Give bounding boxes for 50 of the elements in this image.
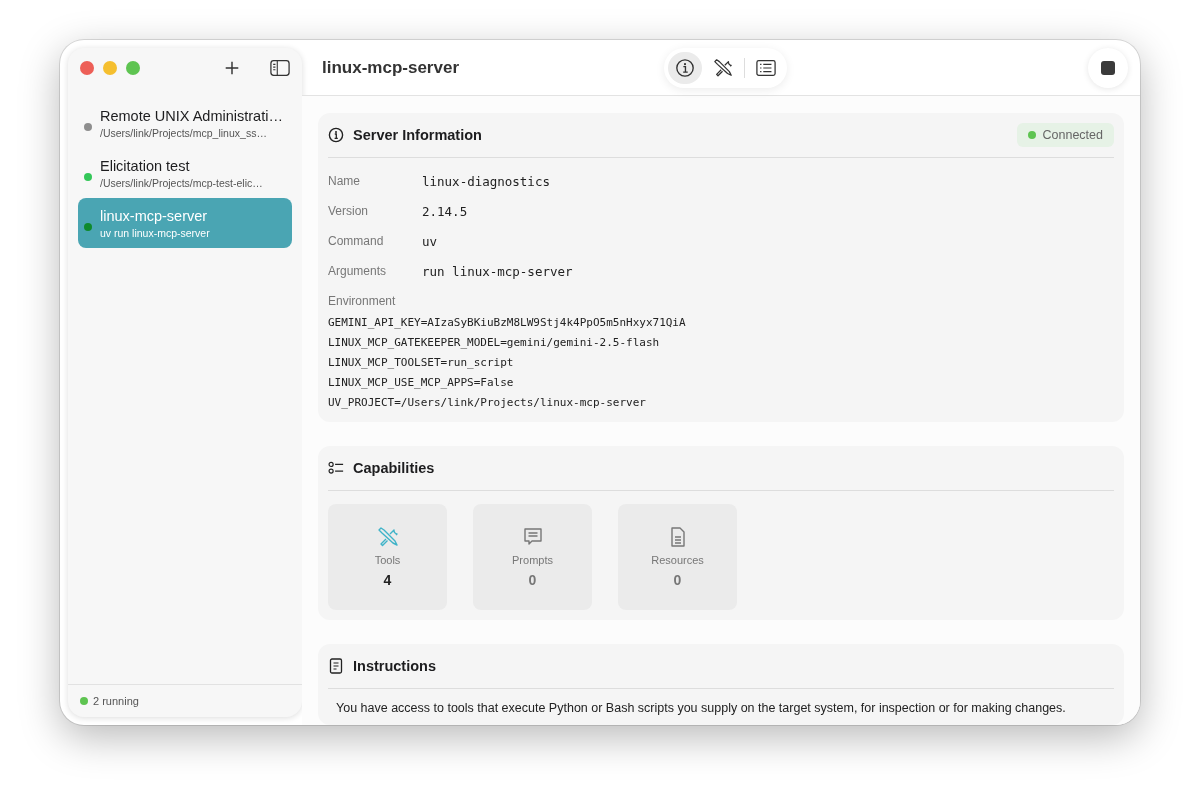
field-value: uv [422,233,438,249]
environment-variable: LINUX_MCP_TOOLSET=run_script [328,354,515,371]
tile-count: 4 [383,572,392,588]
tile-count: 0 [673,572,682,588]
field-label: Arguments [328,264,388,278]
section-title: Server Information [353,127,483,143]
info-tab[interactable] [668,52,702,84]
environment-variable: GEMINI_API_KEY=AIzaSyBKiuBzM8LW9Stj4k4PpO5m5nHxyx71QiA [328,314,687,331]
capability-tile[interactable]: Resources 0 [618,504,737,610]
instructions-text: You have access to tools that execute Python or Bash scripts you supply on the target system, for inspection or for making changes. [336,701,1067,715]
capability-tile[interactable]: Tools 4 [328,504,447,610]
list-icon [756,58,776,78]
server-name: Elicitation test [100,157,191,174]
field-label: Version [328,204,370,218]
running-dot [80,697,88,705]
section-title: Instructions [353,658,437,674]
server-name: Remote UNIX Administrati… [100,107,282,124]
server-path: /Users/link/Projects/mcp_linux_ss… [100,126,268,139]
environment-variable: LINUX_MCP_USE_MCP_APPS=False [328,374,515,391]
tools-icon [713,58,733,78]
running-count: 2 running [93,695,139,707]
info-icon [328,127,344,143]
tile-label: Resources [651,554,704,566]
close-button[interactable] [80,61,94,75]
environment-variable: LINUX_MCP_GATEKEEPER_MODEL=gemini/gemini-2.5-flash [328,334,661,351]
field-label: Command [328,234,385,248]
tools-icon [376,526,399,548]
tile-label: Prompts [512,554,553,566]
field-value: run linux-mcp-server [422,263,573,279]
stop-button[interactable] [1088,47,1128,88]
server-name: linux-mcp-server [100,207,209,224]
tile-label: Tools [374,554,401,566]
checklist-icon [328,460,344,476]
document-icon [328,658,344,674]
field-value: 2.14.5 [422,203,468,219]
connected-badge: Connected [1016,123,1114,147]
environment-variable: UV_PROJECT=/Users/link/Projects/linux-mcp-server [328,394,647,411]
field-value: linux-diagnostics [422,173,550,189]
section-title: Capabilities [353,460,436,476]
server-path: /Users/link/Projects/mcp-test-elic… [100,176,263,189]
capability-tile[interactable]: Prompts 0 [473,504,592,610]
info-icon [675,58,695,78]
server-path: uv run linux-mcp-server [100,226,210,239]
field-label: Name [328,174,361,188]
tile-count: 0 [528,572,537,588]
window-title: linux-mcp-server [322,57,459,78]
server-list-item[interactable]: Remote UNIX Administrati… /Users/link/Projects/mcp_linux_ss… [78,98,292,148]
field-label: Environment [328,293,397,310]
server-list-item[interactable]: Elicitation test /Users/link/Projects/mcp-test-elic… [78,148,292,198]
sidebar-toggle-icon[interactable] [270,59,290,77]
